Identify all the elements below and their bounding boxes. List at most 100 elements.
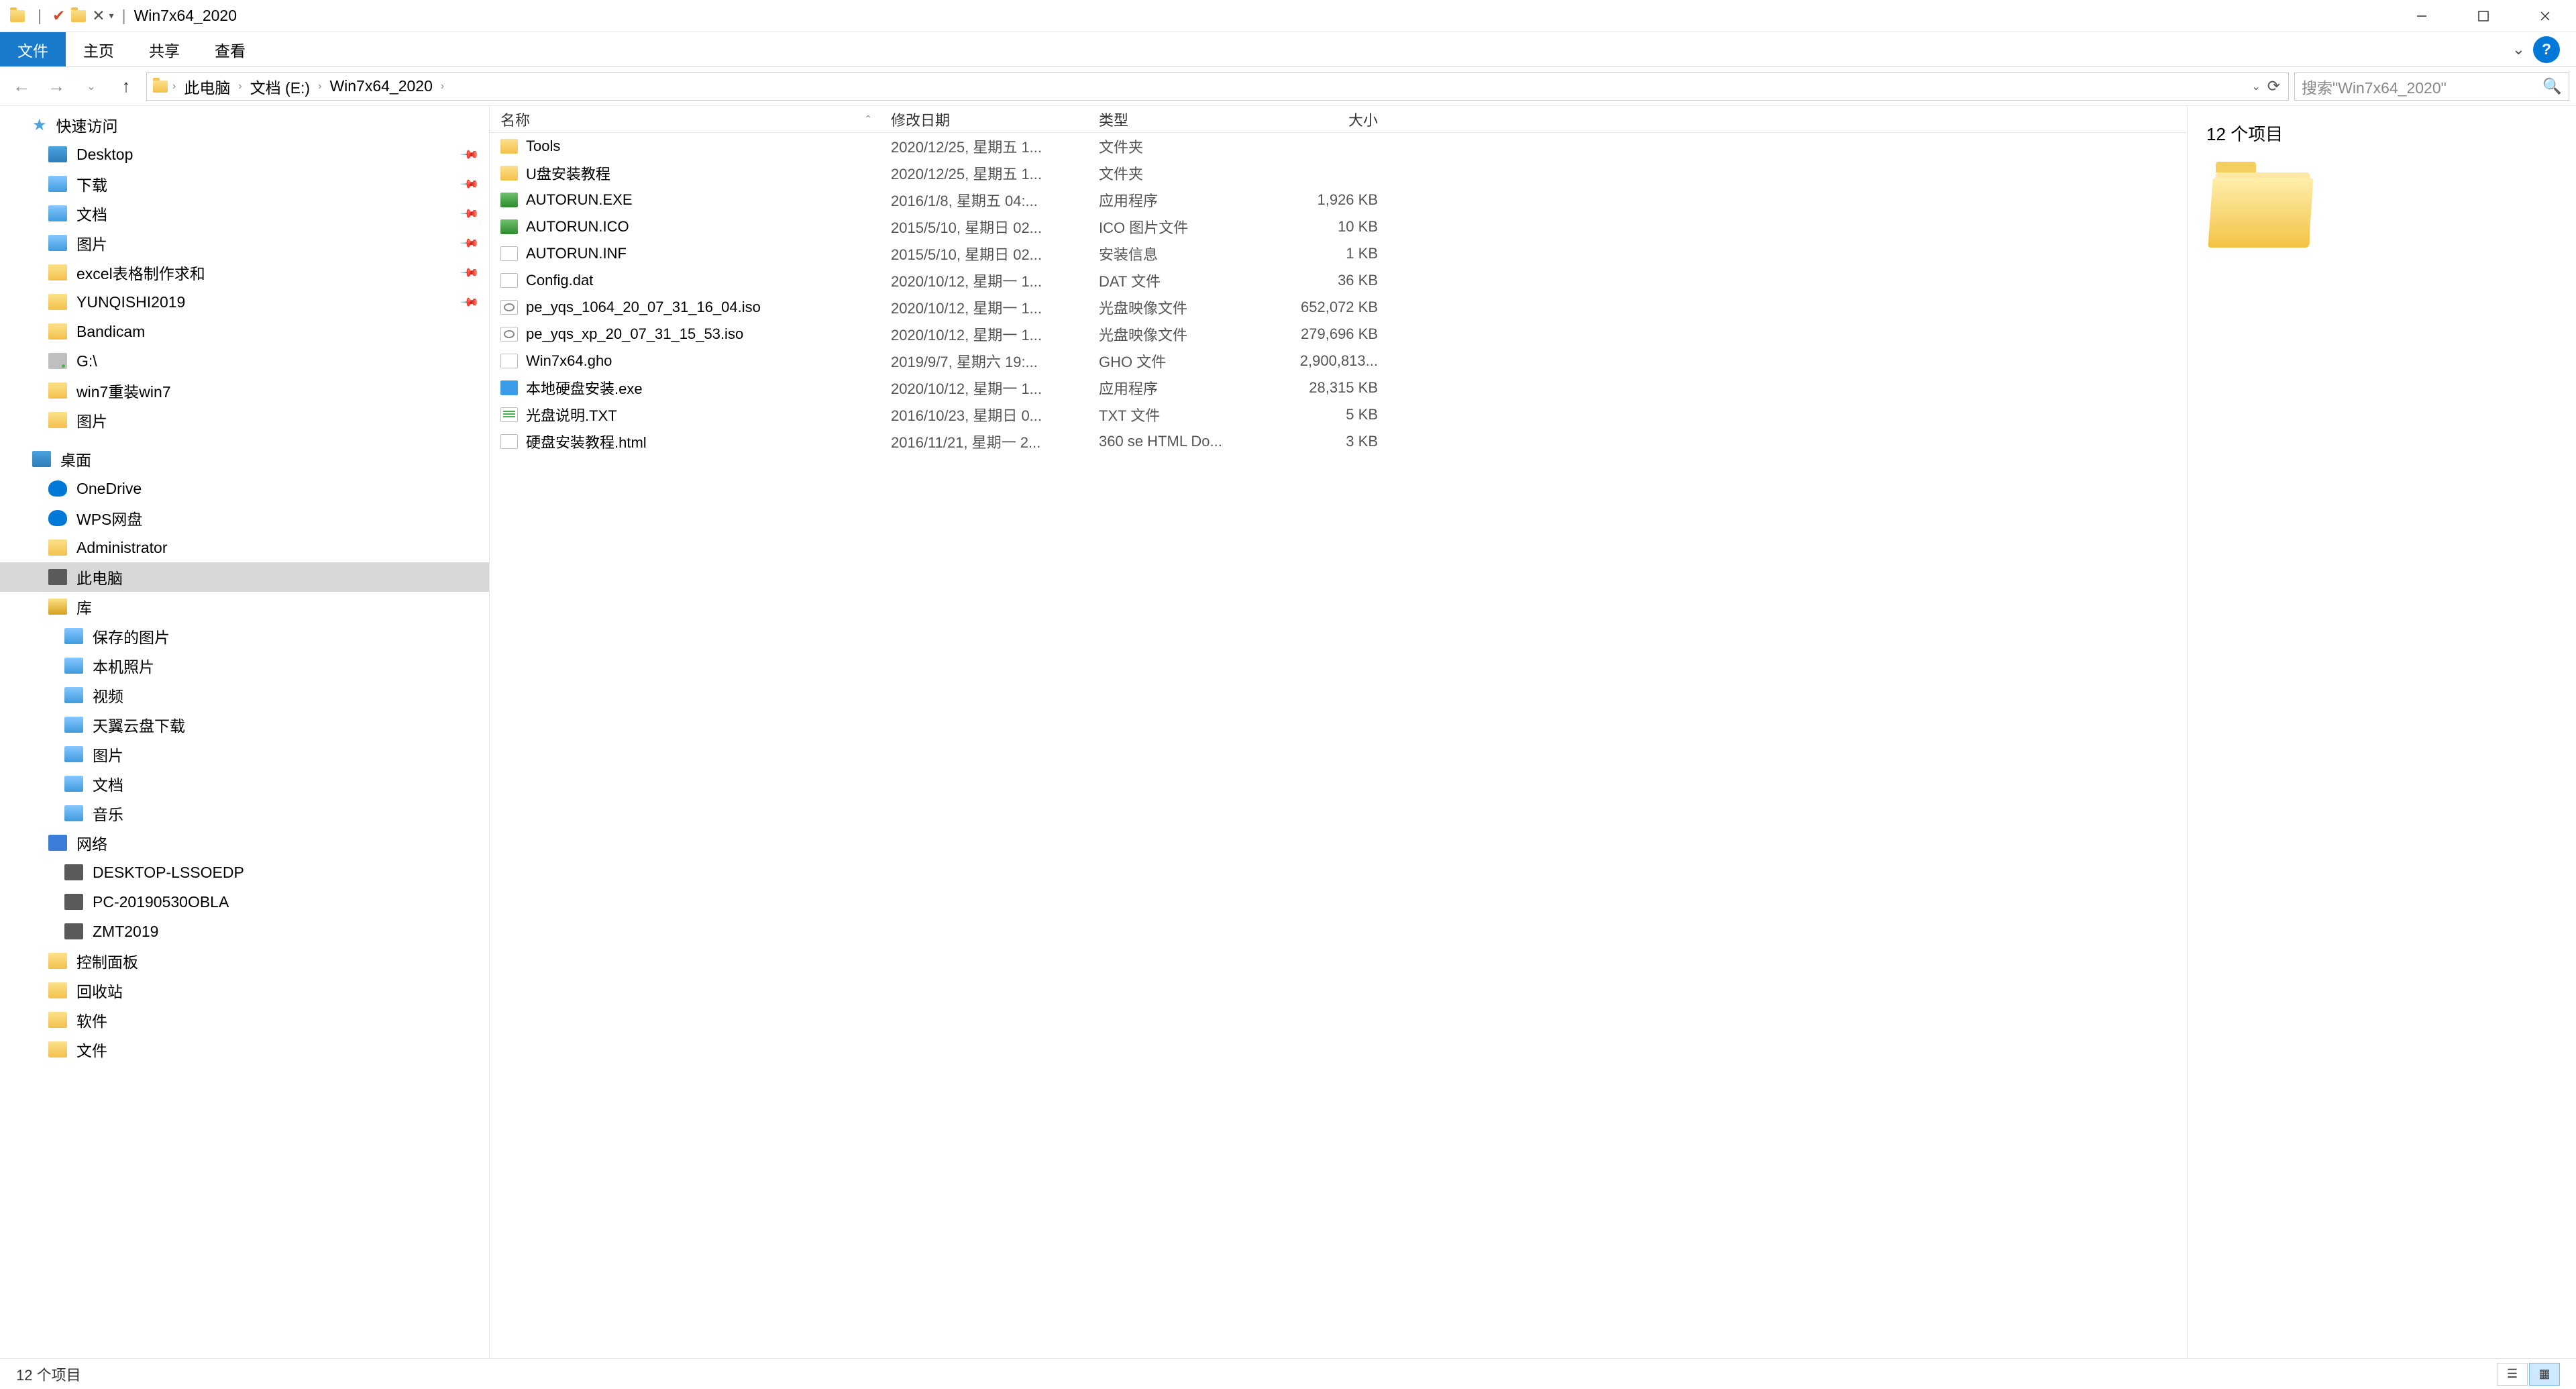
folder-icon xyxy=(48,953,67,969)
file-name: 硬盘安装教程.html xyxy=(526,431,647,452)
close-button[interactable] xyxy=(2514,0,2576,32)
crumb-sep[interactable]: › xyxy=(172,81,176,93)
file-rows[interactable]: Tools 2020/12/25, 星期五 1... 文件夹 U盘安装教程 20… xyxy=(490,133,2187,1358)
file-row[interactable]: AUTORUN.INF 2015/5/10, 星期日 02... 安装信息 1 … xyxy=(490,240,2187,267)
sidebar-desktop-item[interactable]: 库 xyxy=(0,592,489,621)
tree-icon xyxy=(48,480,67,497)
file-type: 光盘映像文件 xyxy=(1088,297,1275,318)
sidebar-qa-item[interactable]: 图片 xyxy=(0,405,489,435)
sidebar-qa-item[interactable]: YUNQISHI2019📌 xyxy=(0,287,489,317)
sidebar-qa-item[interactable]: excel表格制作求和📌 xyxy=(0,258,489,287)
sidebar-qa-item[interactable]: Bandicam xyxy=(0,317,489,346)
file-row[interactable]: pe_yqs_xp_20_07_31_15_53.iso 2020/10/12,… xyxy=(490,321,2187,348)
file-row[interactable]: pe_yqs_1064_20_07_31_16_04.iso 2020/10/1… xyxy=(490,294,2187,321)
computer-icon xyxy=(64,894,83,910)
column-date[interactable]: 修改日期 xyxy=(880,109,1088,130)
qat-overflow-icon[interactable]: ▾ xyxy=(109,10,114,21)
folder-icon xyxy=(48,176,67,192)
sidebar-lib-item[interactable]: 图片 xyxy=(0,739,489,769)
sidebar-desktop-item[interactable]: WPS网盘 xyxy=(0,503,489,533)
sidebar-desktop-item[interactable]: 此电脑 xyxy=(0,562,489,592)
navigation-pane[interactable]: ★ 快速访问 Desktop📌下载📌文档📌图片📌excel表格制作求和📌YUNQ… xyxy=(0,106,490,1358)
qat-folder-icon[interactable] xyxy=(69,7,88,25)
nav-back-button[interactable]: ← xyxy=(7,72,36,101)
ribbon-tab-view[interactable]: 查看 xyxy=(197,32,263,66)
file-row[interactable]: Config.dat 2020/10/12, 星期一 1... DAT 文件 3… xyxy=(490,267,2187,294)
ribbon-tab-home[interactable]: 主页 xyxy=(66,32,131,66)
folder-icon xyxy=(48,1041,67,1058)
crumb-sep[interactable]: › xyxy=(238,81,241,93)
view-icons-button[interactable]: ▦ xyxy=(2529,1363,2560,1386)
file-row[interactable]: 光盘说明.TXT 2016/10/23, 星期日 0... TXT 文件 5 K… xyxy=(490,401,2187,428)
sidebar-qa-item[interactable]: 下载📌 xyxy=(0,169,489,199)
sidebar-lib-item[interactable]: 音乐 xyxy=(0,799,489,828)
sidebar-net-item[interactable]: PC-20190530OBLA xyxy=(0,887,489,917)
sidebar-extra-item[interactable]: 控制面板 xyxy=(0,946,489,976)
column-name[interactable]: 名称⌃ xyxy=(490,109,880,130)
column-size[interactable]: 大小 xyxy=(1275,109,1390,130)
folder-icon xyxy=(64,658,83,674)
folder-icon xyxy=(48,294,67,310)
maximize-button[interactable] xyxy=(2453,0,2514,32)
ribbon-tab-file[interactable]: 文件 xyxy=(0,32,66,66)
file-size: 28,315 KB xyxy=(1275,379,1390,397)
sidebar-item-label: 回收站 xyxy=(76,979,123,1002)
file-row[interactable]: AUTORUN.ICO 2015/5/10, 星期日 02... ICO 图片文… xyxy=(490,213,2187,240)
nav-forward-button[interactable]: → xyxy=(42,72,71,101)
qat-close-icon[interactable]: ✕ xyxy=(92,7,105,25)
sidebar-item-label: 此电脑 xyxy=(76,566,123,588)
sidebar-extra-item[interactable]: 回收站 xyxy=(0,976,489,1005)
column-type[interactable]: 类型 xyxy=(1088,109,1275,130)
nav-recent-button[interactable]: ⌄ xyxy=(76,72,106,101)
nav-up-button[interactable]: ↑ xyxy=(111,72,141,101)
desktop-icon xyxy=(32,451,51,467)
sidebar-desktop-item[interactable]: Administrator xyxy=(0,533,489,562)
sidebar-qa-item[interactable]: 图片📌 xyxy=(0,228,489,258)
sidebar-net-item[interactable]: DESKTOP-LSSOEDP xyxy=(0,858,489,887)
crumb-sep[interactable]: › xyxy=(318,81,321,93)
sidebar-extra-item[interactable]: 文件 xyxy=(0,1035,489,1064)
address-bar[interactable]: › 此电脑 › 文档 (E:) › Win7x64_2020 › ⌄ ⟳ xyxy=(146,72,2289,101)
sidebar-lib-item[interactable]: 本机照片 xyxy=(0,651,489,680)
view-details-button[interactable]: ☰ xyxy=(2497,1363,2528,1386)
sidebar-desktop[interactable]: 桌面 xyxy=(0,444,489,474)
ribbon-tab-share[interactable]: 共享 xyxy=(131,32,197,66)
file-name: Win7x64.gho xyxy=(526,352,612,370)
sidebar-net-item[interactable]: ZMT2019 xyxy=(0,917,489,946)
file-icon xyxy=(500,354,518,368)
file-size: 5 KB xyxy=(1275,406,1390,423)
file-row[interactable]: U盘安装教程 2020/12/25, 星期五 1... 文件夹 xyxy=(490,160,2187,187)
file-icon xyxy=(500,273,518,288)
file-row[interactable]: 本地硬盘安装.exe 2020/10/12, 星期一 1... 应用程序 28,… xyxy=(490,374,2187,401)
sidebar-network[interactable]: 网络 xyxy=(0,828,489,858)
sidebar-lib-item[interactable]: 保存的图片 xyxy=(0,621,489,651)
refresh-icon[interactable]: ⟳ xyxy=(2267,77,2280,95)
breadcrumb-item-2[interactable]: Win7x64_2020 xyxy=(324,74,437,98)
file-row[interactable]: Win7x64.gho 2019/9/7, 星期六 19:... GHO 文件 … xyxy=(490,348,2187,374)
sidebar-qa-item[interactable]: Desktop📌 xyxy=(0,140,489,169)
breadcrumb-item-1[interactable]: 文档 (E:) xyxy=(245,72,315,101)
address-dropdown-icon[interactable]: ⌄ xyxy=(2251,80,2260,93)
breadcrumb-item-0[interactable]: 此电脑 xyxy=(178,72,235,101)
file-size: 36 KB xyxy=(1275,272,1390,289)
sidebar-extra-item[interactable]: 软件 xyxy=(0,1005,489,1035)
sidebar-lib-item[interactable]: 天翼云盘下载 xyxy=(0,710,489,739)
file-row[interactable]: AUTORUN.EXE 2016/1/8, 星期五 04:... 应用程序 1,… xyxy=(490,187,2187,213)
sidebar-quickaccess-label: 快速访问 xyxy=(56,113,118,136)
sidebar-qa-item[interactable]: win7重装win7 xyxy=(0,376,489,405)
help-button[interactable]: ? xyxy=(2533,36,2560,63)
sidebar-qa-item[interactable]: G:\ xyxy=(0,346,489,376)
search-box[interactable]: 搜索"Win7x64_2020" 🔍 xyxy=(2294,72,2569,101)
minimize-button[interactable] xyxy=(2391,0,2453,32)
crumb-sep[interactable]: › xyxy=(441,81,444,93)
pin-icon: 📌 xyxy=(459,174,480,195)
file-row[interactable]: Tools 2020/12/25, 星期五 1... 文件夹 xyxy=(490,133,2187,160)
ribbon-expand-icon[interactable]: ⌄ xyxy=(2512,40,2525,58)
sidebar-quickaccess[interactable]: ★ 快速访问 xyxy=(0,110,489,140)
sidebar-lib-item[interactable]: 文档 xyxy=(0,769,489,799)
sidebar-desktop-item[interactable]: OneDrive xyxy=(0,474,489,503)
file-row[interactable]: 硬盘安装教程.html 2016/11/21, 星期一 2... 360 se … xyxy=(490,428,2187,455)
sidebar-lib-item[interactable]: 视频 xyxy=(0,680,489,710)
qat-check-icon[interactable]: ✔ xyxy=(52,7,65,25)
sidebar-qa-item[interactable]: 文档📌 xyxy=(0,199,489,228)
